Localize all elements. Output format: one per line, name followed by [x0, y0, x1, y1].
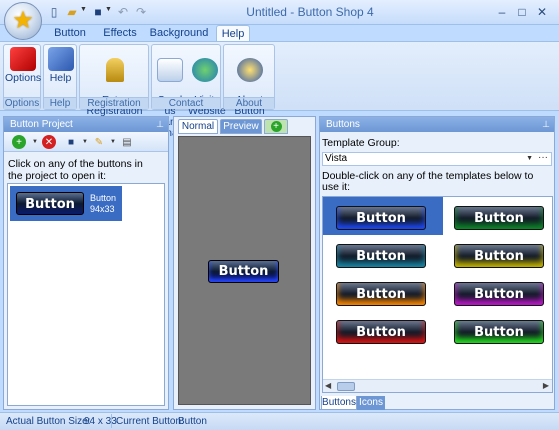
template-instruction: Double-click on any of the templates bel…: [322, 170, 534, 193]
undo-icon[interactable]: ↶: [115, 4, 131, 20]
project-button-thumbnail: Button: [16, 192, 84, 215]
pin-icon[interactable]: ⊥: [542, 117, 550, 132]
ribbon-group-help: Help Help: [43, 44, 77, 110]
project-list[interactable]: Button Button 94x33: [7, 183, 165, 406]
template-button[interactable]: Button: [454, 282, 544, 306]
button-project-pane: Button Project ⊥ + ▼ ✕ ■ ▼ ✎ ▼ ▤ Click o…: [3, 116, 169, 410]
scroll-thumb[interactable]: [337, 382, 355, 391]
template-button[interactable]: Button: [454, 206, 544, 230]
ribbon-group-registration: Enter Registration Key Registration: [79, 44, 149, 128]
scroll-right-icon[interactable]: ▶: [543, 381, 549, 390]
star-icon: ★: [12, 7, 34, 34]
current-button-label: Current Button:: [116, 416, 184, 427]
scroll-left-icon[interactable]: ◀: [325, 381, 331, 390]
ribbon-group-contact: Send us an email Visit Website Contact: [151, 44, 226, 139]
pin-icon[interactable]: ⊥: [156, 117, 164, 132]
template-gallery[interactable]: Button Button Button Button Button Button Butt…: [322, 196, 553, 393]
list-item[interactable]: Button Button 94x33: [10, 186, 122, 221]
chevron-down-icon[interactable]: ▼: [526, 153, 533, 165]
current-button-value: Button: [178, 416, 207, 427]
minimize-button[interactable]: –: [492, 3, 512, 21]
template-button[interactable]: Button: [336, 206, 426, 230]
options-icon: [9, 47, 36, 71]
options-button[interactable]: Options: [5, 47, 41, 84]
add-icon[interactable]: +: [12, 135, 26, 149]
properties-icon[interactable]: ▤: [120, 135, 134, 149]
plus-icon: +: [270, 121, 282, 132]
project-help-text: Click on any of the buttons in the proje…: [8, 158, 143, 182]
tab-help[interactable]: Help: [216, 25, 250, 42]
close-button[interactable]: ✕: [532, 3, 552, 21]
horizontal-scrollbar[interactable]: ◀ ▶: [323, 379, 552, 392]
help-button[interactable]: Help: [45, 47, 76, 84]
help-book-icon: [47, 47, 74, 71]
preview-button[interactable]: Button: [208, 260, 279, 283]
tab-buttons[interactable]: Buttons: [321, 396, 357, 410]
button-canvas[interactable]: Button: [178, 136, 311, 405]
status-bar: Actual Button Size: 94 x 33 Current Butt…: [0, 412, 559, 430]
open-folder-icon[interactable]: ▰: [64, 4, 80, 20]
project-item-size: 94x33: [90, 204, 115, 214]
save-icon[interactable]: ■: [90, 4, 106, 20]
tools-dropdown-icon[interactable]: ▼: [106, 135, 120, 149]
application-menu-button[interactable]: ★: [4, 2, 42, 40]
ribbon-group-options: Options Options: [3, 44, 41, 110]
size-label: Actual Button Size:: [6, 416, 91, 427]
preview-pane: Normal Preview + Button: [173, 116, 316, 410]
template-button[interactable]: Button: [454, 320, 544, 344]
delete-icon[interactable]: ✕: [42, 135, 56, 149]
buttons-pane: Buttons ⊥ Template Group: Vista ▼ ··· Do…: [319, 116, 555, 410]
tools-icon[interactable]: ✎: [92, 135, 106, 149]
padlock-icon: [105, 58, 124, 82]
window-title: Untitled - Button Shop 4: [246, 5, 374, 19]
about-star-icon: [236, 58, 263, 82]
tab-normal[interactable]: Normal: [178, 119, 218, 134]
template-button[interactable]: Button: [336, 244, 426, 268]
save-dropdown-icon[interactable]: ▼: [78, 135, 92, 149]
envelope-icon: [157, 58, 183, 82]
pane-header: Buttons ⊥: [320, 117, 554, 132]
ribbon: Options Options Help Help Enter Registra…: [0, 41, 559, 139]
add-tab-button[interactable]: +: [264, 119, 288, 134]
redo-icon[interactable]: ↷: [133, 4, 149, 20]
open-dropdown-icon[interactable]: ▼: [80, 6, 87, 13]
title-bar: ★ ▯ ▰ ▼ ■ ▼ ↶ ↷ Untitled - Button Shop 4…: [0, 0, 559, 40]
template-group-label: Template Group:: [322, 137, 400, 149]
template-button[interactable]: Button: [336, 320, 426, 344]
maximize-button[interactable]: □: [512, 3, 532, 21]
more-icon[interactable]: ···: [538, 152, 548, 164]
add-dropdown-icon[interactable]: ▼: [28, 135, 42, 149]
save-icon[interactable]: ■: [64, 135, 78, 149]
project-item-name: Button: [90, 193, 117, 203]
tab-icons[interactable]: Icons: [357, 396, 385, 410]
project-toolbar: + ▼ ✕ ■ ▼ ✎ ▼ ▤: [4, 132, 168, 152]
divider: [111, 414, 112, 428]
pane-header: Button Project ⊥: [4, 117, 168, 132]
template-button[interactable]: Button: [454, 244, 544, 268]
tab-effects[interactable]: Effects: [98, 25, 142, 42]
tab-background[interactable]: Background: [148, 25, 210, 42]
save-dropdown-icon[interactable]: ▼: [105, 6, 112, 13]
ribbon-group-about: About Button Shop About: [223, 44, 275, 128]
tab-button[interactable]: Button: [48, 25, 92, 42]
tab-preview[interactable]: Preview: [220, 119, 262, 134]
ribbon-tab-bar: Button Effects Background Help: [0, 25, 559, 42]
new-file-icon[interactable]: ▯: [46, 4, 62, 20]
globe-icon: [191, 58, 218, 82]
template-button[interactable]: Button: [336, 282, 426, 306]
template-group-select[interactable]: Vista ▼ ···: [322, 152, 552, 166]
